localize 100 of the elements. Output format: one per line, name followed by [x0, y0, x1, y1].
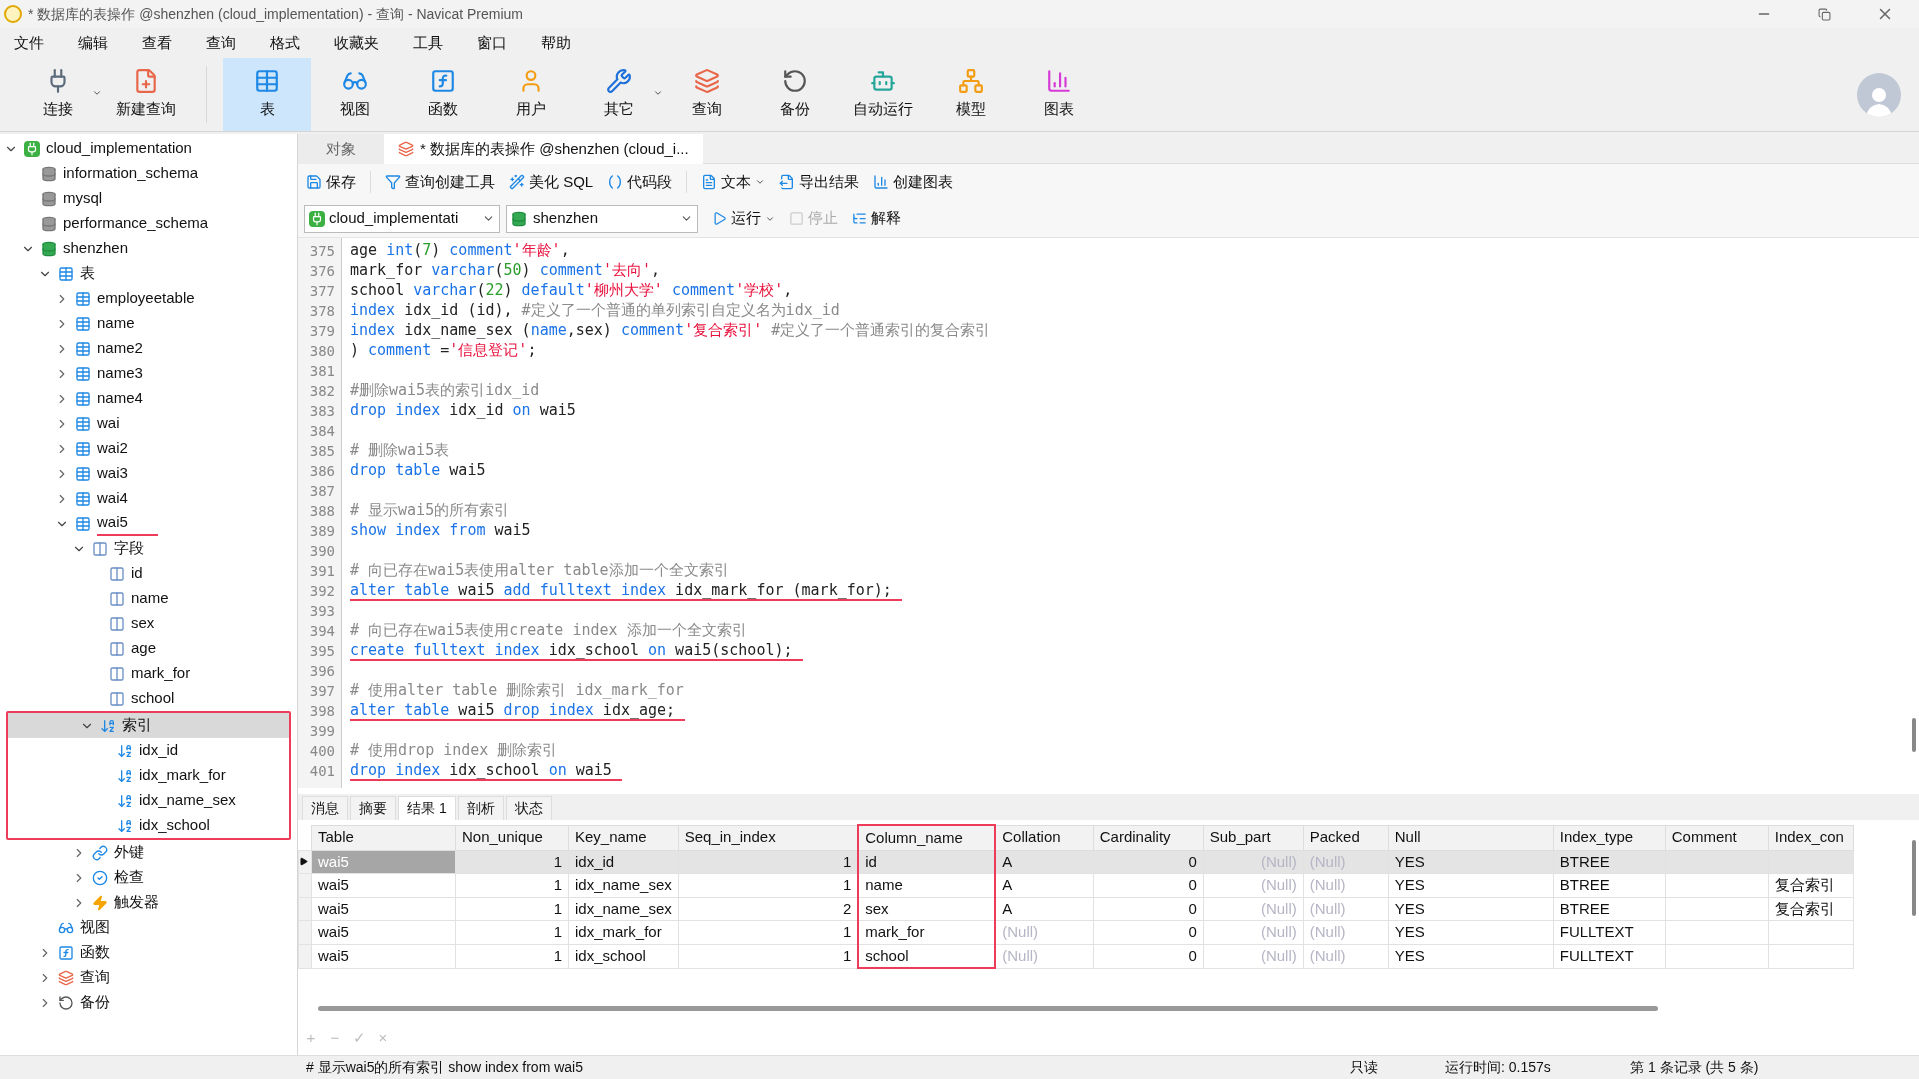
column-header[interactable]: Sub_part — [1203, 825, 1304, 850]
tree-item[interactable]: name3 — [0, 361, 297, 386]
menu-item[interactable]: 工具 — [405, 31, 451, 55]
toolbar-button[interactable]: 表 — [223, 58, 311, 131]
tree-item[interactable]: information_schema — [0, 161, 297, 186]
tree-item[interactable]: idx_id — [8, 738, 289, 763]
tree-item[interactable]: wai3 — [0, 461, 297, 486]
menu-item[interactable]: 收藏夹 — [326, 31, 387, 55]
toolbar-button[interactable]: 视图 — [311, 58, 399, 131]
line-number: 400 — [309, 742, 335, 761]
toolbar-button[interactable]: 连接 — [14, 58, 102, 131]
toolbar-button[interactable]: 查询 — [663, 58, 751, 131]
toolbar-button[interactable]: 函数 — [399, 58, 487, 131]
tree-item[interactable]: cloud_implementation — [0, 136, 297, 161]
column-header[interactable]: Non_unique — [455, 825, 569, 850]
menu-item[interactable]: 文件 — [6, 31, 52, 55]
tree-item[interactable]: name4 — [0, 386, 297, 411]
tree-item[interactable]: 表 — [0, 261, 297, 286]
tree-item[interactable]: mysql — [0, 186, 297, 211]
result-row[interactable]: wai5 1 idx_name_sex 2 sex A 0 (Null) (Null) YES BTREE 复合索引 — [298, 897, 1854, 921]
editor-tool-button[interactable]: 文本 — [701, 170, 766, 194]
tree-item[interactable]: name — [0, 586, 297, 611]
column-header[interactable]: Packed — [1303, 825, 1389, 850]
row-selector[interactable] — [298, 850, 312, 874]
vertical-scrollbar[interactable] — [1912, 718, 1916, 752]
tree-item[interactable]: shenzhen — [0, 236, 297, 261]
column-header[interactable]: Column_name — [858, 825, 996, 850]
tree-item[interactable]: performance_schema — [0, 211, 297, 236]
tree-item[interactable]: wai — [0, 411, 297, 436]
toolbar-button[interactable]: 备份 — [751, 58, 839, 131]
menu-item[interactable]: 窗口 — [469, 31, 515, 55]
menu-item[interactable]: 查询 — [198, 31, 244, 55]
tree-item[interactable]: 备份 — [0, 990, 297, 1015]
restore-icon[interactable] — [1818, 7, 1831, 21]
tree-item[interactable]: school — [0, 686, 297, 711]
menu-item[interactable]: 编辑 — [70, 31, 116, 55]
tree-item[interactable]: 视图 — [0, 915, 297, 940]
result-row[interactable]: wai5 1 idx_school 1 school (Null) 0 (Null) (Null) YES FULLTEXT — [298, 944, 1854, 968]
query-icon — [398, 141, 414, 157]
tree-item[interactable]: mark_for — [0, 661, 297, 686]
tree-item[interactable]: 索引 — [8, 713, 289, 738]
run-control-button[interactable]: 解释 — [852, 207, 901, 230]
tree-item[interactable]: wai5 — [0, 511, 297, 536]
column-header[interactable]: Cardinality — [1093, 825, 1204, 850]
editor-tab[interactable]: 对象 — [298, 134, 384, 164]
tree-item[interactable]: name — [0, 311, 297, 336]
toolbar-button[interactable]: 其它 — [575, 58, 663, 131]
editor-tool-button[interactable]: 创建图表 — [873, 170, 954, 194]
result-row[interactable]: wai5 1 idx_mark_for 1 mark_for (Null) 0 (Null) (Null) YES FULLTEXT — [298, 920, 1854, 944]
tree-item[interactable]: 触发器 — [0, 890, 297, 915]
tree-item[interactable]: idx_name_sex — [8, 788, 289, 813]
vertical-scrollbar[interactable] — [1912, 840, 1916, 916]
editor-tool-button[interactable]: 美化 SQL — [509, 170, 594, 194]
tree-item[interactable]: 检查 — [0, 865, 297, 890]
connection-select[interactable]: cloud_implementati — [304, 204, 500, 233]
column-header[interactable]: Index_con — [1768, 825, 1854, 850]
result-tab[interactable]: 结果 1 — [398, 796, 456, 820]
result-row[interactable]: wai5 1 idx_name_sex 1 name A 0 (Null) (Null) YES BTREE 复合索引 — [298, 873, 1854, 897]
tree-item[interactable]: age — [0, 636, 297, 661]
toolbar-button[interactable]: 图表 — [1015, 58, 1103, 131]
editor-tool-button[interactable]: 查询创建工具 — [385, 170, 495, 194]
column-header[interactable]: Table — [311, 825, 456, 850]
database-select[interactable]: shenzhen — [506, 204, 698, 233]
table-cell: (Null) — [1303, 920, 1389, 944]
tree-item[interactable]: sex — [0, 611, 297, 636]
toolbar-button[interactable]: 新建查询 — [102, 58, 190, 131]
tree-item[interactable]: idx_mark_for — [8, 763, 289, 788]
result-tab[interactable]: 消息 — [302, 796, 348, 820]
column-header[interactable]: Key_name — [568, 825, 679, 850]
tree-item[interactable]: name2 — [0, 336, 297, 361]
column-header[interactable]: Collation — [995, 825, 1094, 850]
table-cell: 1 — [455, 897, 569, 921]
tree-item[interactable]: 外键 — [0, 840, 297, 865]
tree-item[interactable]: 函数 — [0, 940, 297, 965]
menu-item[interactable]: 查看 — [134, 31, 180, 55]
toolbar-button[interactable]: 用户 — [487, 58, 575, 131]
menu-item[interactable]: 帮助 — [533, 31, 579, 55]
editor-tab[interactable]: * 数据库的表操作 @shenzhen (cloud_i... — [384, 134, 703, 164]
column-header[interactable]: Comment — [1665, 825, 1769, 850]
result-tab[interactable]: 剖析 — [457, 796, 504, 820]
column-header[interactable]: Seq_in_index — [678, 825, 859, 850]
tree-item[interactable]: employeetable — [0, 286, 297, 311]
column-header[interactable]: Null — [1388, 825, 1554, 850]
editor-tool-button[interactable]: 导出结果 — [779, 170, 860, 194]
column-header[interactable]: Index_type — [1553, 825, 1666, 850]
tree-item[interactable]: 查询 — [0, 965, 297, 990]
editor-tool-button[interactable]: 代码段 — [607, 170, 673, 194]
run-control-button[interactable]: 运行 — [712, 207, 775, 230]
result-tab[interactable]: 状态 — [505, 796, 552, 820]
tree-item[interactable]: idx_school — [8, 813, 289, 838]
tree-item[interactable]: wai2 — [0, 436, 297, 461]
horizontal-scrollbar[interactable] — [318, 1006, 1658, 1011]
editor-tool-button[interactable]: 保存 — [306, 170, 356, 194]
toolbar-button[interactable]: 模型 — [927, 58, 1015, 131]
tree-item[interactable]: wai4 — [0, 486, 297, 511]
menu-item[interactable]: 格式 — [262, 31, 308, 55]
tree-item[interactable]: id — [0, 561, 297, 586]
tree-item[interactable]: 字段 — [0, 536, 297, 561]
result-tab[interactable]: 摘要 — [350, 796, 396, 820]
toolbar-button[interactable]: 自动运行 — [839, 58, 927, 131]
